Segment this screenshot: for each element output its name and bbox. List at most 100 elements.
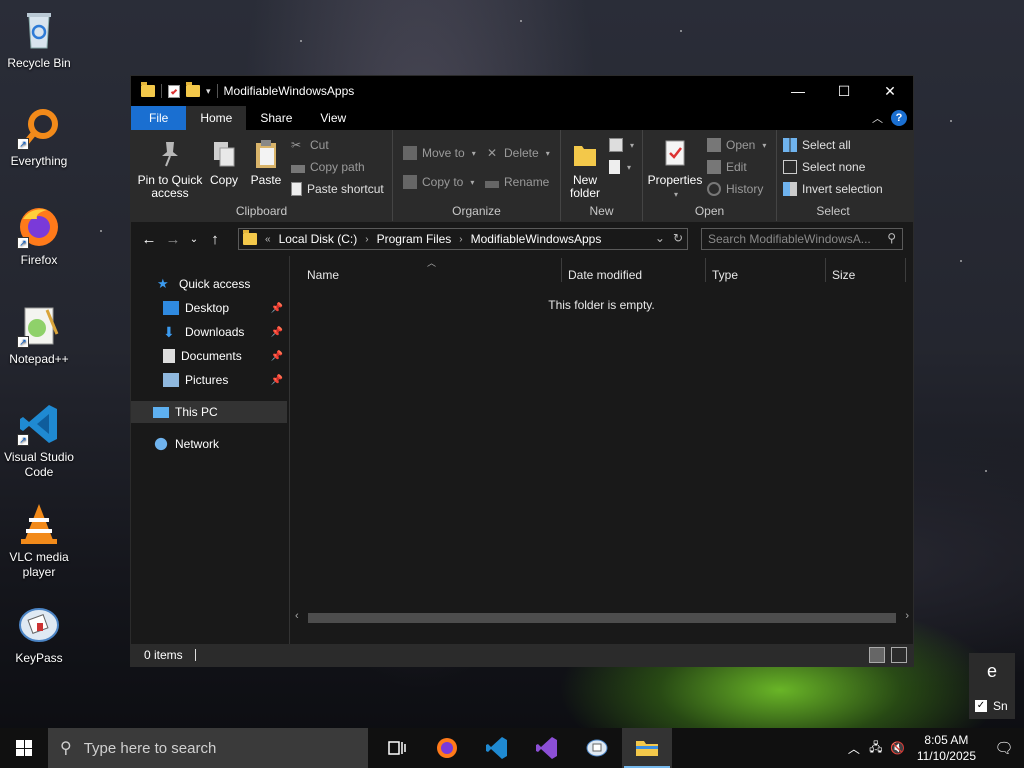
tab-share[interactable]: Share (246, 106, 306, 130)
nav-item-desktop[interactable]: Desktop 📌 (131, 297, 287, 319)
file-list-pane[interactable]: ︿ Name Date modified Type Size This fold… (290, 256, 913, 646)
new-folder-button[interactable]: New folder (567, 138, 603, 200)
collapse-ribbon-icon[interactable]: ︿ (872, 110, 883, 126)
pin-to-quick-access-button[interactable]: Pin to Quick access (137, 138, 203, 200)
column-separator[interactable] (561, 258, 562, 282)
tab-file[interactable]: File (131, 106, 187, 130)
horizontal-scrollbar[interactable]: ‹ › (292, 609, 912, 626)
desktop-icon-keepass[interactable]: KeyPass (4, 603, 74, 666)
task-view-icon[interactable] (372, 728, 422, 768)
delete-button[interactable]: ✕ Delete ▾ (485, 146, 550, 160)
search-input[interactable]: Search ModifiableWindowsA... ⚲ (701, 228, 903, 250)
new-folder-qat-icon[interactable] (186, 82, 200, 97)
column-separator[interactable] (905, 258, 906, 282)
history-button[interactable]: History (707, 182, 763, 196)
taskbar-keepass-icon[interactable] (572, 728, 622, 768)
taskbar-file-explorer-icon[interactable] (622, 728, 672, 768)
pin-icon[interactable]: 📌 (271, 327, 283, 338)
breadcrumb-separator-icon[interactable]: › (365, 234, 368, 245)
clock[interactable]: 8:05 AM 11/10/2025 (909, 732, 984, 764)
copy-to-button[interactable]: Copy to ▾ (403, 175, 474, 189)
action-center-icon[interactable]: 🗨 (984, 739, 1024, 757)
start-button[interactable] (0, 728, 48, 768)
clock-date: 11/10/2025 (916, 749, 976, 763)
customize-qat-icon[interactable]: ▾ (206, 86, 211, 97)
breadcrumb-modifiable-windows-apps[interactable]: ModifiableWindowsApps (471, 232, 602, 246)
desktop-icon-vlc[interactable]: VLC media player (4, 502, 74, 580)
paste-button[interactable]: Paste (249, 138, 283, 187)
address-dropdown-icon[interactable]: ⌄ (655, 231, 665, 245)
nav-item-documents[interactable]: Documents 📌 (131, 345, 287, 367)
desktop-icon-notepad-plus-plus[interactable]: ↗ Notepad++ (4, 304, 74, 367)
copy-path-button[interactable]: Copy path (291, 160, 365, 174)
select-all-button[interactable]: Select all (783, 138, 851, 152)
properties-caret-icon[interactable]: ▾ (674, 190, 678, 199)
column-header-size[interactable]: Size (832, 268, 855, 282)
network-status-icon[interactable]: 🖧 (865, 738, 887, 759)
breadcrumb-program-files[interactable]: Program Files (377, 232, 452, 246)
nav-item-quick-access[interactable]: ★ Quick access (131, 273, 287, 295)
large-icons-view-icon[interactable] (891, 647, 907, 663)
recent-locations-chevron-icon[interactable]: ⌄ (185, 234, 203, 245)
back-arrow-icon[interactable]: ← (137, 231, 161, 248)
minimize-button[interactable]: — (775, 76, 821, 106)
column-header-date-modified[interactable]: Date modified (568, 268, 642, 282)
properties-qat-icon[interactable] (168, 84, 180, 98)
show-hidden-icons-chevron-icon[interactable]: ︿ (843, 740, 865, 757)
desktop-icon-vscode[interactable]: ↗ Visual Studio Code (4, 402, 74, 480)
properties-button[interactable]: Properties ▾ (647, 138, 703, 201)
select-none-button[interactable]: Select none (783, 160, 865, 174)
edit-button[interactable]: Edit (707, 160, 747, 174)
address-bar[interactable]: « Local Disk (C:) › Program Files › Modi… (238, 228, 688, 250)
paste-shortcut-button[interactable]: Paste shortcut (291, 182, 384, 196)
volume-muted-icon[interactable]: 🔇 (887, 741, 909, 755)
scrollbar-thumb[interactable] (308, 613, 896, 623)
tab-view[interactable]: View (306, 106, 360, 130)
desktop-icon-recycle-bin[interactable]: Recycle Bin (4, 8, 74, 71)
nav-item-network[interactable]: Network (131, 433, 287, 455)
forward-arrow-icon[interactable]: → (161, 231, 185, 248)
column-separator[interactable] (825, 258, 826, 282)
nav-item-pictures[interactable]: Pictures 📌 (131, 369, 287, 391)
move-to-button[interactable]: Move to ▾ (403, 146, 476, 160)
open-button[interactable]: Open ▾ (707, 138, 766, 152)
invert-selection-button[interactable]: Invert selection (783, 182, 883, 196)
taskbar-firefox-icon[interactable] (422, 728, 472, 768)
tab-home[interactable]: Home (186, 106, 247, 130)
scroll-right-icon[interactable]: › (905, 610, 909, 622)
taskbar-search-box[interactable]: ⚲ Type here to search (48, 728, 368, 768)
desktop-icon-everything[interactable]: ↗ Everything (4, 106, 74, 169)
details-view-icon[interactable] (869, 647, 885, 663)
column-separator[interactable] (705, 258, 706, 282)
checkbox-icon[interactable]: ✓ (975, 700, 987, 712)
overflow-chevron-icon[interactable]: « (265, 234, 271, 245)
notification-card[interactable]: e ✓ Sn (969, 653, 1015, 719)
pin-icon[interactable]: 📌 (271, 351, 283, 362)
column-header-type[interactable]: Type (712, 268, 738, 282)
maximize-button[interactable]: ☐ (821, 76, 867, 106)
copy-button[interactable]: Copy (207, 138, 241, 187)
up-arrow-icon[interactable]: ↑ (203, 231, 227, 248)
new-item-button[interactable]: ▾ (609, 138, 634, 152)
desktop-icon-firefox[interactable]: ↗ Firefox (4, 205, 74, 268)
move-to-label: Move to (422, 146, 465, 160)
easy-access-button[interactable]: ▾ (609, 160, 631, 174)
rename-button[interactable]: Rename (485, 175, 549, 189)
help-icon[interactable]: ? (891, 110, 907, 126)
breadcrumb-local-disk[interactable]: Local Disk (C:) (279, 232, 358, 246)
cut-button[interactable]: ✂ Cut (291, 138, 329, 152)
taskbar-vscode-icon[interactable] (472, 728, 522, 768)
nav-item-downloads[interactable]: ⬇ Downloads 📌 (131, 321, 287, 343)
pin-icon[interactable]: 📌 (271, 303, 283, 314)
refresh-icon[interactable]: ↻ (673, 231, 683, 245)
breadcrumb-separator-icon[interactable]: › (459, 234, 462, 245)
close-button[interactable]: ✕ (867, 76, 913, 106)
network-icon (153, 437, 169, 451)
search-placeholder: Search ModifiableWindowsA... (708, 232, 871, 246)
scroll-left-icon[interactable]: ‹ (295, 610, 299, 622)
nav-item-this-pc[interactable]: This PC (131, 401, 287, 423)
nav-item-label: Quick access (179, 277, 251, 291)
column-header-name[interactable]: Name (307, 268, 339, 282)
taskbar-visual-studio-icon[interactable] (522, 728, 572, 768)
pin-icon[interactable]: 📌 (271, 375, 283, 386)
